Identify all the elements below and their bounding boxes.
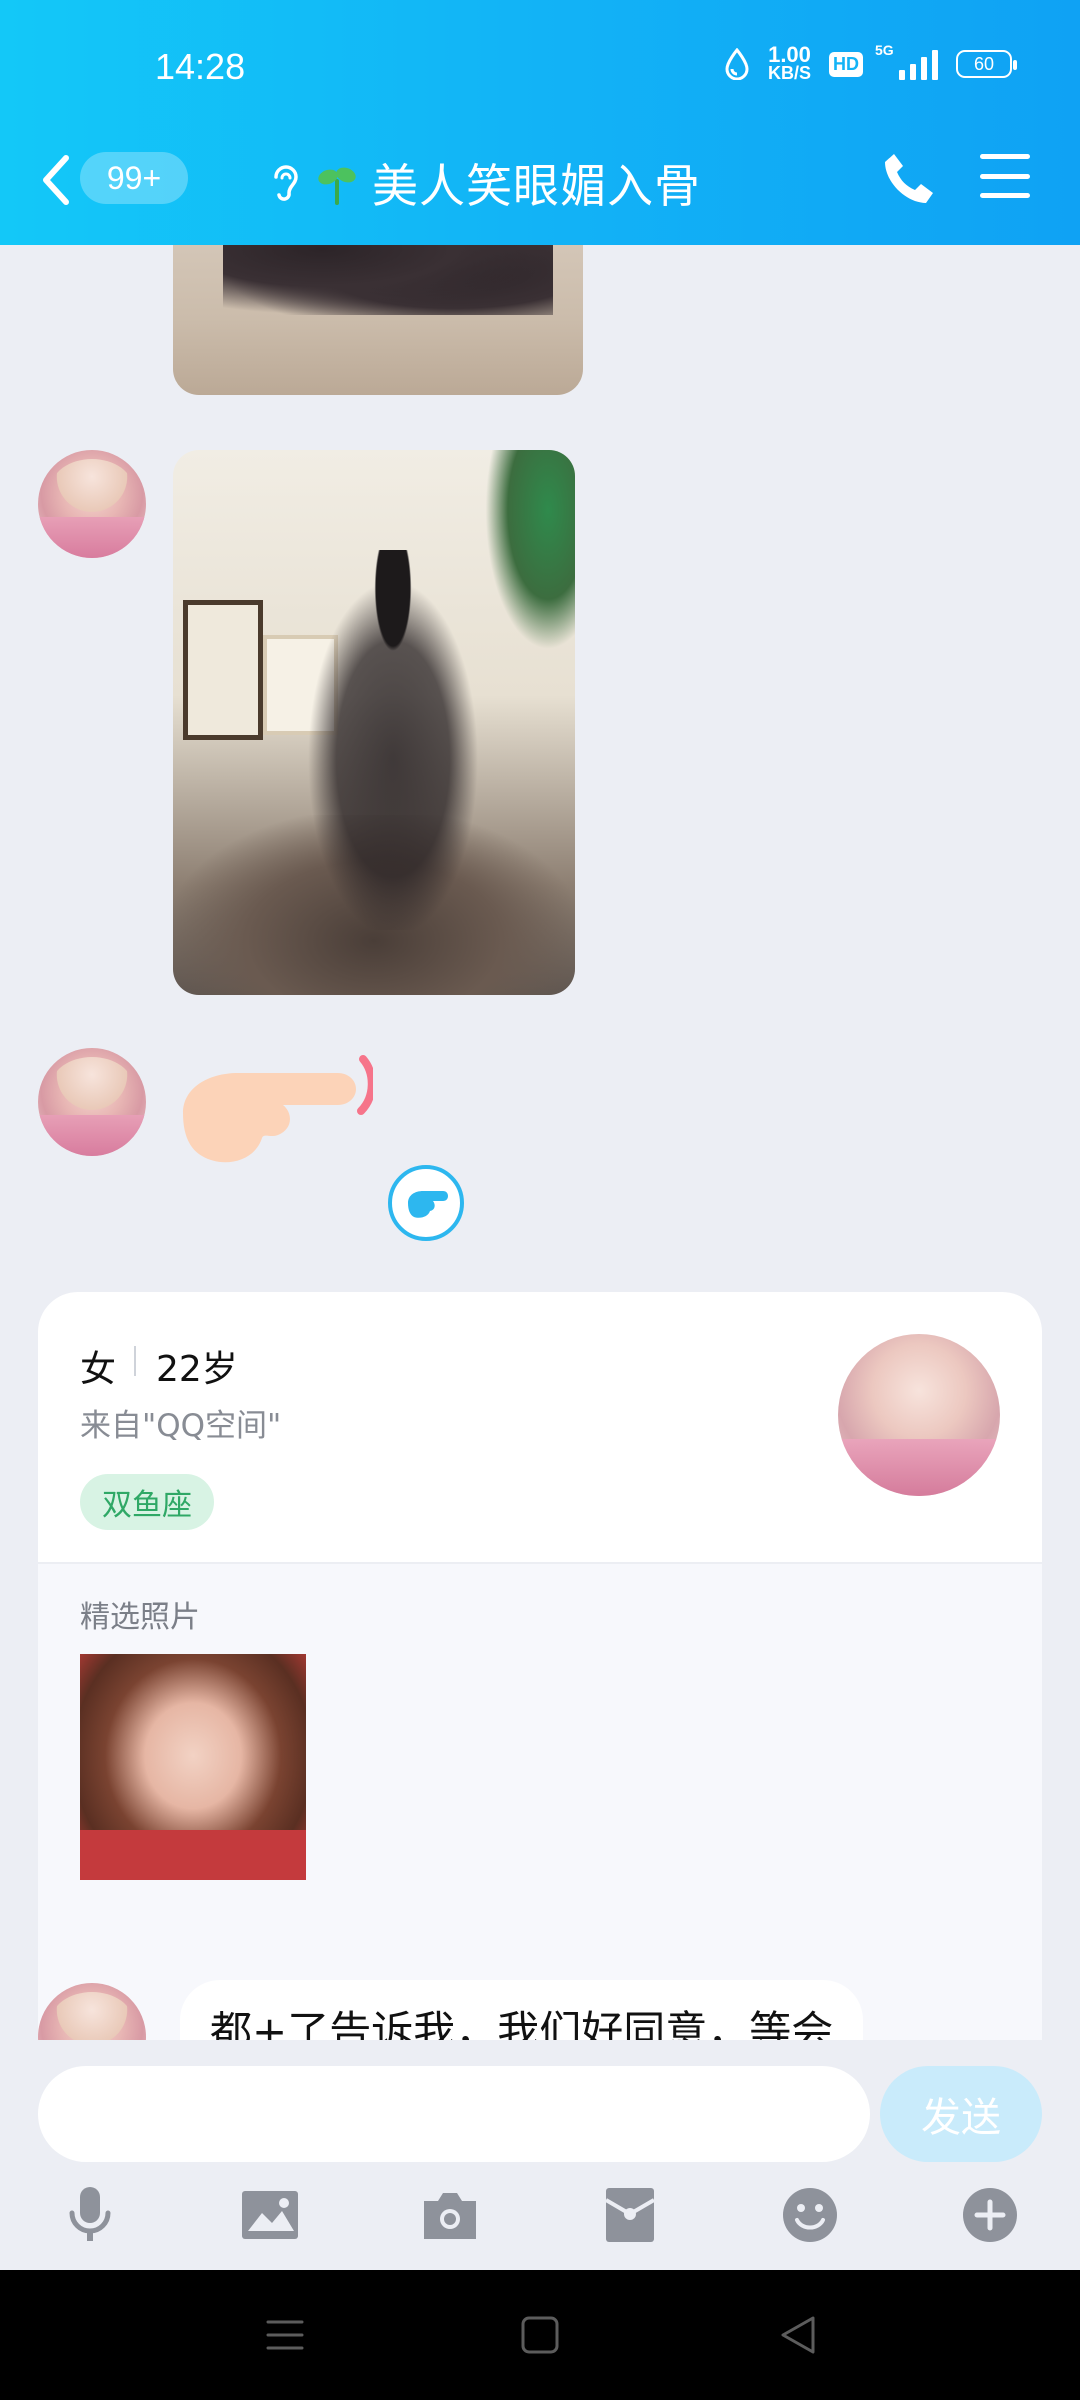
- card-divider: [134, 1346, 136, 1376]
- avatar[interactable]: [38, 450, 146, 558]
- image-message[interactable]: [173, 450, 575, 995]
- network-speed: 1.00 KB/S: [767, 42, 811, 83]
- unread-badge[interactable]: 99+: [80, 152, 188, 204]
- pointing-hand-sticker[interactable]: [173, 1053, 373, 1173]
- net-speed-value: 1.00: [768, 42, 811, 67]
- ear-icon: [274, 165, 298, 201]
- signal-icon: 5G: [875, 42, 938, 80]
- home-icon[interactable]: [517, 2312, 563, 2358]
- chat-title[interactable]: 美人笑眼媚入骨: [268, 150, 701, 216]
- card-age: 22岁: [156, 1349, 238, 1390]
- back-icon[interactable]: [40, 152, 72, 208]
- camera-icon[interactable]: [420, 2185, 480, 2245]
- red-packet-icon[interactable]: [600, 2185, 660, 2245]
- message-input[interactable]: [38, 2066, 870, 2162]
- battery-icon: 60: [956, 50, 1017, 78]
- profile-card[interactable]: 女 22岁 来自"QQ空间" 双鱼座 精选照片: [38, 1292, 1042, 2040]
- recent-apps-icon[interactable]: [262, 2312, 308, 2358]
- network-type: 5G: [875, 42, 894, 58]
- send-button[interactable]: 发送: [880, 2066, 1042, 2162]
- image-message[interactable]: [173, 245, 583, 395]
- card-avatar[interactable]: [838, 1334, 1000, 1496]
- featured-photos-title: 精选照片: [80, 1600, 200, 1635]
- chat-header: 14:28 1.00 KB/S HD 5G 60 99+ 美人笑眼媚入骨: [0, 0, 1080, 245]
- chat-messages[interactable]: 女 22岁 来自"QQ空间" 双鱼座 精选照片 都+了告诉我，我们好同意，等会: [0, 245, 1080, 2040]
- microphone-icon[interactable]: [60, 2185, 120, 2245]
- image-icon[interactable]: [240, 2185, 300, 2245]
- net-speed-unit: KB/S: [767, 63, 811, 83]
- status-icons: 1.00 KB/S HD 5G 60: [724, 42, 1017, 83]
- zodiac-tag: 双鱼座: [80, 1474, 214, 1530]
- card-gender: 女: [80, 1349, 117, 1390]
- contact-name: 美人笑眼媚入骨: [372, 159, 701, 213]
- featured-photo[interactable]: [80, 1654, 306, 1880]
- system-navigation-bar: [0, 2270, 1080, 2400]
- phone-icon[interactable]: [882, 150, 934, 206]
- status-time: 14:28: [155, 46, 246, 87]
- avatar[interactable]: [38, 1048, 146, 1156]
- menu-icon[interactable]: [980, 154, 1030, 198]
- poke-icon[interactable]: [388, 1165, 464, 1241]
- hd-badge: HD: [829, 51, 863, 77]
- data-saver-icon: [725, 48, 749, 80]
- battery-level: 60: [973, 53, 995, 74]
- plus-icon[interactable]: [960, 2185, 1020, 2245]
- emoji-icon[interactable]: [780, 2185, 840, 2245]
- text-message-bubble[interactable]: 都+了告诉我，我们好同意，等会: [180, 1980, 864, 2040]
- card-source: 来自"QQ空间": [80, 1408, 282, 1444]
- sprout-icon: [318, 167, 356, 205]
- back-nav-icon[interactable]: [775, 2312, 821, 2358]
- input-bar: 发送: [0, 2040, 1080, 2270]
